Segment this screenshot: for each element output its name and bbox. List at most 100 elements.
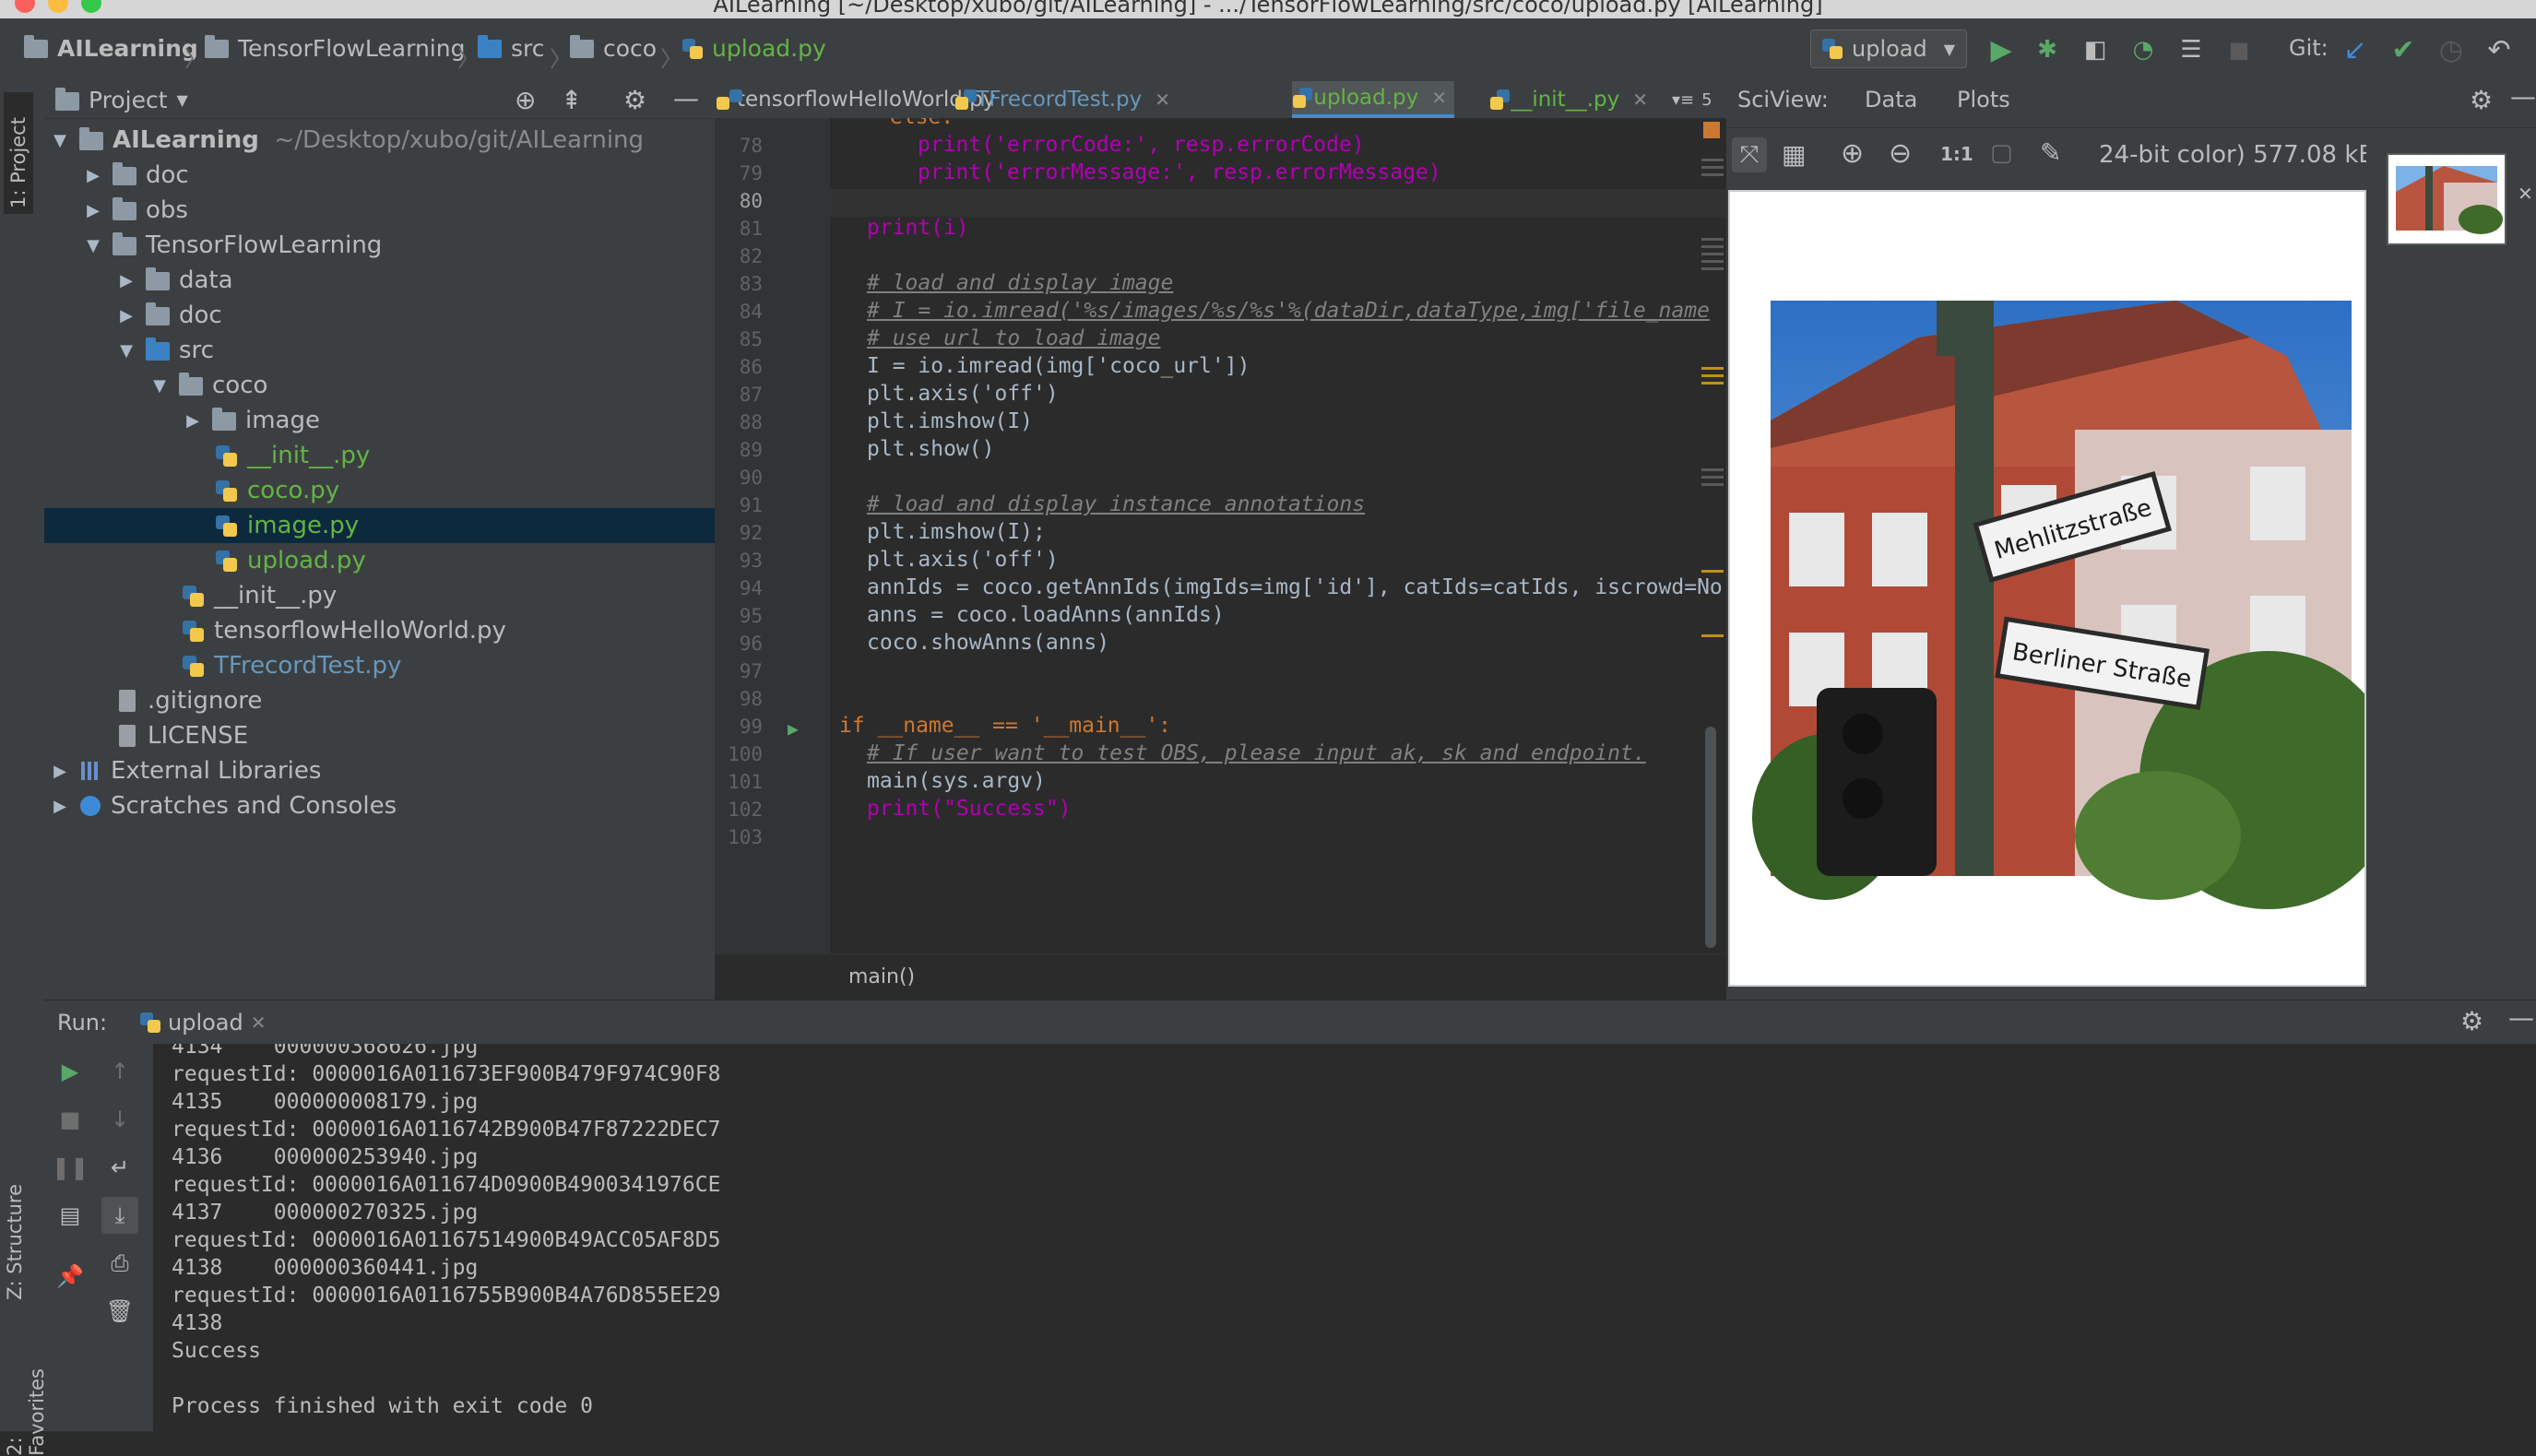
pause-icon[interactable]: ❚❚: [52, 1153, 89, 1182]
scroll-down-icon[interactable]: ↓: [105, 1105, 135, 1134]
tree-item-coco[interactable]: ▼ coco: [44, 368, 820, 403]
code-editor[interactable]: 78 79 80 81 82 83 84 85 86 87 88 89 90 9…: [715, 118, 1726, 953]
tree-item-scratches[interactable]: ▶ Scratches and Consoles: [44, 788, 720, 823]
tab-upload-py[interactable]: upload.py ✕: [1292, 81, 1454, 118]
profile-icon[interactable]: ◔: [2127, 33, 2160, 66]
breadcrumb-upload-py[interactable]: upload.py: [682, 35, 826, 62]
tree-item-obs[interactable]: ▶ obs: [44, 193, 753, 228]
tree-item-data[interactable]: ▶ data: [44, 263, 787, 298]
run-gutter-icon[interactable]: ▶: [788, 717, 799, 740]
git-commit-icon[interactable]: ✔: [2387, 33, 2420, 66]
breadcrumb-root[interactable]: AILearning: [24, 34, 198, 62]
project-tool-tab[interactable]: 1: Project: [4, 92, 33, 214]
line-number: 95: [739, 605, 763, 627]
title-bar: AILearning [~/Desktop/xubo/git/AILearnin…: [0, 0, 2536, 18]
plot-canvas[interactable]: Mehlitzstraße Berliner Straße: [1728, 190, 2398, 987]
line-number: 84: [739, 301, 763, 323]
print-icon[interactable]: ⎙: [105, 1249, 135, 1278]
code-line: print(i): [867, 216, 969, 240]
tab-tfrecordtest-py[interactable]: TFrecordTest.py ✕: [954, 81, 1178, 118]
tree-item-label: tensorflowHelloWorld.py: [214, 617, 506, 645]
hide-panel-icon[interactable]: —: [673, 83, 699, 113]
tree-item-gitignore[interactable]: .gitignore: [44, 683, 787, 718]
tree-item-tensorflowlearning[interactable]: ▼ TensorFlowLearning: [44, 228, 753, 263]
trash-icon[interactable]: 🗑: [105, 1296, 135, 1326]
line-number: 92: [739, 522, 763, 544]
gear-icon[interactable]: ⚙: [2470, 85, 2493, 115]
tree-item-doc[interactable]: ▶ doc: [44, 158, 753, 193]
current-line-highlight: [830, 189, 1726, 217]
tree-item-label: .gitignore: [148, 687, 263, 715]
tree-item-label: coco.py: [247, 477, 340, 504]
tab-label: TFrecordTest.py: [976, 88, 1143, 112]
chevron-down-icon: ▼: [176, 91, 188, 109]
scroll-to-end-icon[interactable]: ⤓: [101, 1197, 138, 1234]
stop-icon[interactable]: ■: [55, 1105, 85, 1134]
gear-icon[interactable]: ⚙: [623, 85, 646, 115]
close-tab-icon[interactable]: ✕: [1155, 89, 1170, 111]
tree-item-src[interactable]: ▼ src: [44, 333, 787, 368]
pin-icon[interactable]: 📌: [55, 1261, 85, 1291]
folder-icon: [146, 302, 170, 326]
editor-breadcrumb[interactable]: main(): [848, 965, 915, 988]
editor-scrollbar[interactable]: [1705, 727, 1716, 948]
breadcrumb-tensorflowlearning[interactable]: TensorFlowLearning: [205, 34, 465, 62]
console-line: requestId: 0000016A01167514900B49ACC05AF…: [172, 1228, 721, 1252]
breadcrumb-label: src: [511, 35, 545, 62]
folder-icon: [24, 34, 48, 58]
background-icon[interactable]: ▢: [1990, 139, 2013, 167]
tab-tensorflowhelloworld-py[interactable]: tensorflowHelloWorld.py: [717, 81, 995, 118]
close-tab-icon[interactable]: ✕: [251, 1012, 267, 1034]
project-view-select[interactable]: Project ▼: [55, 87, 188, 113]
run-icon[interactable]: ▶: [1985, 33, 2018, 66]
run-with-coverage-icon[interactable]: ◧: [2079, 33, 2112, 66]
favorites-tool-tab[interactable]: 2: Favorites: [4, 1368, 48, 1456]
breadcrumb-label: AILearning: [57, 35, 198, 62]
run-tab-upload[interactable]: upload ✕: [140, 1010, 267, 1036]
history-icon[interactable]: ◷: [2435, 33, 2468, 66]
tree-item-license[interactable]: LICENSE: [44, 718, 787, 753]
revert-icon[interactable]: ↶: [2483, 33, 2516, 66]
zoom-out-icon[interactable]: ⊖: [1889, 137, 1912, 170]
scroll-up-icon[interactable]: ↑: [105, 1057, 135, 1086]
grid-icon[interactable]: ▦: [1782, 139, 1806, 170]
structure-tool-tab[interactable]: Z: Structure: [4, 1184, 26, 1300]
rerun-icon[interactable]: ▶: [55, 1057, 85, 1086]
line-number: 99: [739, 716, 763, 738]
hide-panel-icon[interactable]: —: [2510, 81, 2536, 112]
tree-item-ailearning[interactable]: ▼ AILearning ~/Desktop/xubo/git/AILearni…: [44, 123, 720, 158]
breadcrumb-src[interactable]: src: [478, 34, 545, 62]
error-stripe-mark: [1701, 367, 1724, 370]
debug-icon[interactable]: ✱: [2031, 33, 2064, 66]
tree-item-doc-2[interactable]: ▶ doc: [44, 298, 787, 333]
concurrency-icon[interactable]: ☰: [2175, 33, 2208, 66]
close-tab-icon[interactable]: ✕: [1431, 87, 1447, 109]
close-thumbnail-icon[interactable]: ✕: [2518, 183, 2533, 205]
locate-file-icon[interactable]: ⊕: [515, 85, 536, 115]
layout-icon[interactable]: ▤: [55, 1201, 85, 1230]
actual-size-button[interactable]: 1:1: [1940, 143, 1973, 165]
plot-thumbnail[interactable]: [2387, 153, 2506, 245]
close-tab-icon[interactable]: ✕: [1632, 89, 1648, 111]
hide-panel-icon[interactable]: —: [2508, 1002, 2534, 1033]
fit-to-window-icon[interactable]: ⤧: [1732, 137, 1767, 172]
tab-overflow-menu[interactable]: ▾≡ 5: [1665, 81, 1725, 118]
soft-wrap-icon[interactable]: ↵: [105, 1153, 135, 1182]
stop-icon[interactable]: ■: [2222, 33, 2256, 66]
tab-init-py[interactable]: __init__.py ✕: [1489, 81, 1655, 118]
tree-item-external-libraries[interactable]: ▶ External Libraries: [44, 753, 720, 788]
warning-marker[interactable]: [1703, 122, 1720, 138]
tab-plots[interactable]: Plots: [1957, 87, 2010, 112]
chevron-right-icon: ▶: [87, 165, 100, 185]
run-configuration-select[interactable]: upload ▼: [1810, 30, 1967, 68]
zoom-in-icon[interactable]: ⊕: [1841, 137, 1864, 170]
collapse-all-icon[interactable]: ⇞: [561, 85, 582, 115]
python-file-icon: [216, 479, 238, 503]
tab-data[interactable]: Data: [1865, 87, 1917, 112]
console-output[interactable]: 4134 000000368626.jpg requestId: 0000016…: [153, 1044, 2536, 1431]
git-update-icon[interactable]: ↙: [2339, 33, 2372, 66]
gear-icon[interactable]: ⚙: [2460, 1006, 2483, 1036]
breadcrumb-coco[interactable]: coco: [570, 34, 657, 62]
color-picker-icon[interactable]: ✎: [2040, 137, 2061, 168]
tree-item-label: TFrecordTest.py: [214, 652, 402, 680]
